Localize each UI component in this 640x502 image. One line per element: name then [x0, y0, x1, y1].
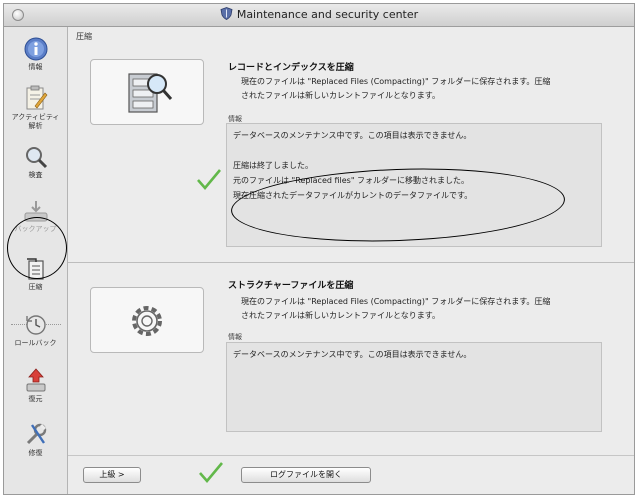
sidebar-item-label: 情報 [28, 63, 43, 71]
records-desc-line: 現在のファイルは "Replaced Files (Compacting)" フ… [241, 77, 551, 86]
sidebar-item-rollback[interactable]: ロールバック [4, 313, 67, 348]
sidebar-item-activity[interactable]: アクティビティ 解析 [4, 85, 67, 131]
window-title: Maintenance and security center [236, 8, 419, 21]
structure-info-label: 情報 [228, 333, 242, 341]
advanced-button[interactable]: 上級 > [83, 467, 141, 483]
activity-icon [26, 85, 47, 110]
sidebar-item-label: アクティビティ 解析 [11, 113, 60, 130]
sidebar-item-verify[interactable]: 検査 [4, 145, 67, 180]
sidebar-item-label: ロールバック [14, 339, 57, 347]
structure-info-line: データベースのメンテナンス中です。この項目は表示できません。 [233, 350, 472, 359]
open-log-file-button[interactable]: ログファイルを開く [241, 467, 371, 483]
checkmark-icon [197, 169, 221, 191]
magnifier-icon [25, 147, 47, 169]
records-info-line [233, 143, 595, 158]
sidebar-item-repair[interactable]: 修復 [4, 421, 67, 458]
footer-bar: 上級 > ログファイルを開く [68, 455, 634, 494]
gear-icon [132, 306, 162, 336]
repair-icon [26, 423, 46, 445]
structure-desc-line: されたファイルは新しいカレントファイルとなります。 [241, 311, 440, 320]
page-title: 圧縮 [76, 32, 92, 41]
window-title-area: Maintenance and security center [4, 7, 634, 21]
restore-icon [26, 368, 45, 392]
rollback-icon [25, 315, 46, 335]
records-heading: レコードとインデックスを圧縮 [228, 63, 354, 73]
structure-description: 現在のファイルは "Replaced Files (Compacting)" フ… [241, 295, 611, 323]
info-icon [24, 37, 47, 61]
structure-desc-line: 現在のファイルは "Replaced Files (Compacting)" フ… [241, 297, 551, 306]
annotation-circle [7, 217, 67, 279]
structure-compact-card [90, 287, 204, 353]
structure-info-box: データベースのメンテナンス中です。この項目は表示できません。 [226, 342, 602, 432]
sidebar-item-label: 検査 [28, 171, 43, 179]
records-desc-line: されたファイルは新しいカレントファイルとなります。 [241, 91, 440, 100]
records-info-line: データベースのメンテナンス中です。この項目は表示できません。 [233, 131, 472, 140]
shield-icon [220, 7, 233, 20]
sidebar-item-label: 修復 [28, 449, 43, 457]
app-window: Maintenance and security center 情報 アクティビ… [3, 3, 635, 495]
database-search-icon [128, 73, 173, 113]
checkmark-icon [199, 462, 223, 484]
section-divider [68, 262, 634, 263]
records-description: 現在のファイルは "Replaced Files (Compacting)" フ… [241, 75, 611, 103]
title-bar: Maintenance and security center [4, 4, 634, 27]
sidebar-item-restore[interactable]: 復元 [4, 367, 67, 404]
sidebar-item-label: 圧縮 [28, 283, 43, 291]
records-compact-card [90, 59, 204, 125]
sidebar-item-label: 復元 [28, 395, 43, 403]
main-panel: 圧縮 レコードとインデックスを圧縮 現在のファイルは "Replaced Fil… [68, 27, 634, 494]
sidebar-item-info[interactable]: 情報 [4, 37, 67, 72]
structure-heading: ストラクチャーファイルを圧縮 [228, 281, 354, 291]
